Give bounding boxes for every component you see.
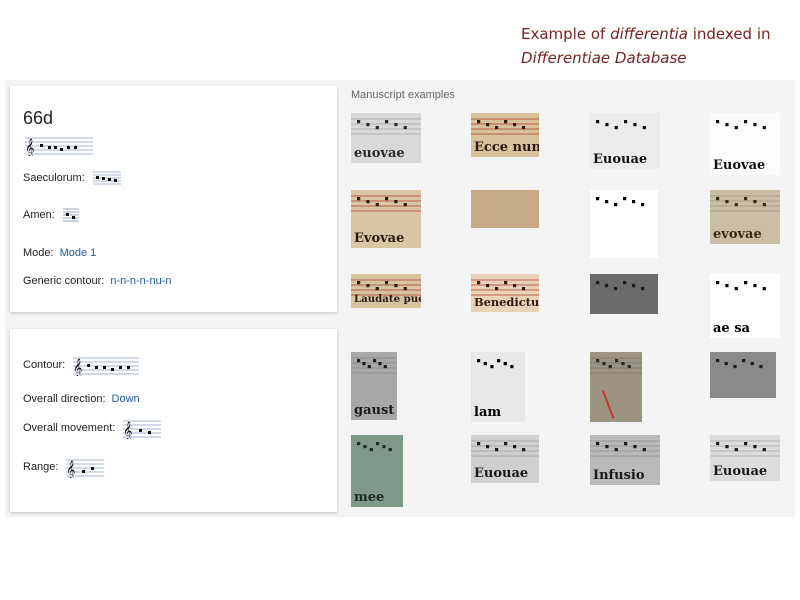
ms-thumb-5[interactable]: Evovae xyxy=(351,190,421,248)
differentia-card: 66d 𝄞 Saeculorum: Amen: Mode: Mode 1 Gen… xyxy=(10,86,337,312)
mode-row: Mode: Mode 1 xyxy=(23,247,96,259)
range-row: Range: 𝄞 xyxy=(23,456,105,478)
ms-thumb-17-text: mee xyxy=(354,490,384,505)
generic-contour-link[interactable]: n-n-n-n-nu-n xyxy=(110,275,171,287)
ms-thumb-14[interactable]: lam xyxy=(471,352,525,422)
svg-text:𝄞: 𝄞 xyxy=(66,460,75,478)
ms-thumb-18[interactable]: Euouae xyxy=(471,435,539,483)
ms-thumb-13[interactable]: gaust xyxy=(351,352,397,420)
saeculorum-label: Saeculorum: xyxy=(23,172,85,184)
ms-thumb-20[interactable]: Euouae xyxy=(710,435,780,481)
contour-row: Contour: 𝄞 xyxy=(23,354,140,376)
range-staff-icon: 𝄞 xyxy=(66,459,105,478)
melodic-analysis-card: Contour: 𝄞 Overall direction: Down Overa… xyxy=(10,329,337,512)
ms-thumb-20-text: Euouae xyxy=(713,464,767,479)
amen-label: Amen: xyxy=(23,209,55,221)
ms-thumb-10[interactable]: Benedictus xyxy=(471,274,539,312)
saeculorum-staff-icon xyxy=(92,171,121,185)
mode-link[interactable]: Mode 1 xyxy=(60,247,97,259)
contour-staff-icon: 𝄞 xyxy=(73,357,140,376)
ms-thumb-1[interactable]: euovae xyxy=(351,113,421,163)
ms-thumb-7[interactable] xyxy=(590,190,658,258)
caption-suffix: indexed in xyxy=(687,25,771,43)
ms-thumb-10-text: Benedictus xyxy=(474,295,539,309)
movement-label: Overall movement: xyxy=(23,422,116,434)
movement-row: Overall movement: 𝄞 xyxy=(23,417,162,439)
ms-thumb-1-text: euovae xyxy=(354,146,405,161)
database-view: 66d 𝄞 Saeculorum: Amen: Mode: Mode 1 Gen… xyxy=(5,80,795,517)
direction-row: Overall direction: Down xyxy=(23,393,140,405)
movement-staff-icon: 𝄞 xyxy=(123,420,162,439)
ms-thumb-11[interactable] xyxy=(590,274,658,314)
range-label: Range: xyxy=(23,461,59,473)
direction-link[interactable]: Down xyxy=(112,393,140,405)
ms-thumb-9[interactable]: Laudate pue xyxy=(351,274,421,308)
ms-thumb-9-text: Laudate pue xyxy=(354,293,421,305)
figure-caption: Example of differentia indexed in Differ… xyxy=(521,22,791,70)
ms-thumb-19[interactable]: Infusio xyxy=(590,435,660,485)
ms-thumb-4-text: Euovae xyxy=(713,158,765,173)
caption-line-2: Differentiae Database xyxy=(521,46,791,70)
ms-thumb-12-text: ae sa xyxy=(713,321,751,336)
ms-thumb-12[interactable]: ae sa xyxy=(710,274,780,338)
caption-term: differentia xyxy=(610,25,688,43)
ms-thumb-2-text: Ecce nunc xyxy=(474,140,539,155)
amen-staff-icon xyxy=(62,208,79,222)
manuscript-examples-heading: Manuscript examples xyxy=(351,89,455,101)
svg-text:𝄞: 𝄞 xyxy=(73,358,82,376)
differentia-id: 66d xyxy=(23,108,54,128)
svg-text:𝄞: 𝄞 xyxy=(123,421,132,439)
caption-prefix: Example of xyxy=(521,25,611,43)
svg-text:𝄞: 𝄞 xyxy=(25,138,34,156)
ms-thumb-3-text: Euouae xyxy=(593,152,647,167)
ms-thumb-2[interactable]: Ecce nunc xyxy=(471,113,539,157)
ms-thumb-17[interactable]: mee xyxy=(351,435,403,507)
generic-contour-label: Generic contour: xyxy=(23,275,105,287)
saeculorum-row: Saeculorum: xyxy=(23,170,121,186)
ms-thumb-6[interactable] xyxy=(471,190,539,228)
ms-thumb-3[interactable]: Euouae xyxy=(590,113,660,169)
ms-thumb-14-text: lam xyxy=(474,405,501,420)
ms-thumb-15[interactable] xyxy=(590,352,642,422)
ms-thumb-4[interactable]: Euovae xyxy=(710,113,780,175)
ms-thumb-5-text: Evovae xyxy=(354,231,404,246)
ms-thumb-16[interactable] xyxy=(710,352,776,398)
generic-contour-row: Generic contour: n-n-n-n-nu-n xyxy=(23,275,171,287)
caption-line-1: Example of differentia indexed in xyxy=(521,22,791,46)
ms-thumb-8-text: evovae xyxy=(713,227,762,242)
full-melody-staff-icon: 𝄞 xyxy=(25,137,93,156)
amen-row: Amen: xyxy=(23,207,79,223)
direction-label: Overall direction: xyxy=(23,393,106,405)
mode-label: Mode: xyxy=(23,247,54,259)
ms-thumb-18-text: Euouae xyxy=(474,466,528,481)
ms-thumb-8[interactable]: evovae xyxy=(710,190,780,244)
ms-thumb-19-text: Infusio xyxy=(593,468,645,483)
ms-thumb-13-text: gaust xyxy=(354,403,394,418)
contour-label: Contour: xyxy=(23,359,66,371)
caption-database-name: Differentiae Database xyxy=(521,49,687,67)
full-melody-row: 𝄞 xyxy=(23,134,95,156)
